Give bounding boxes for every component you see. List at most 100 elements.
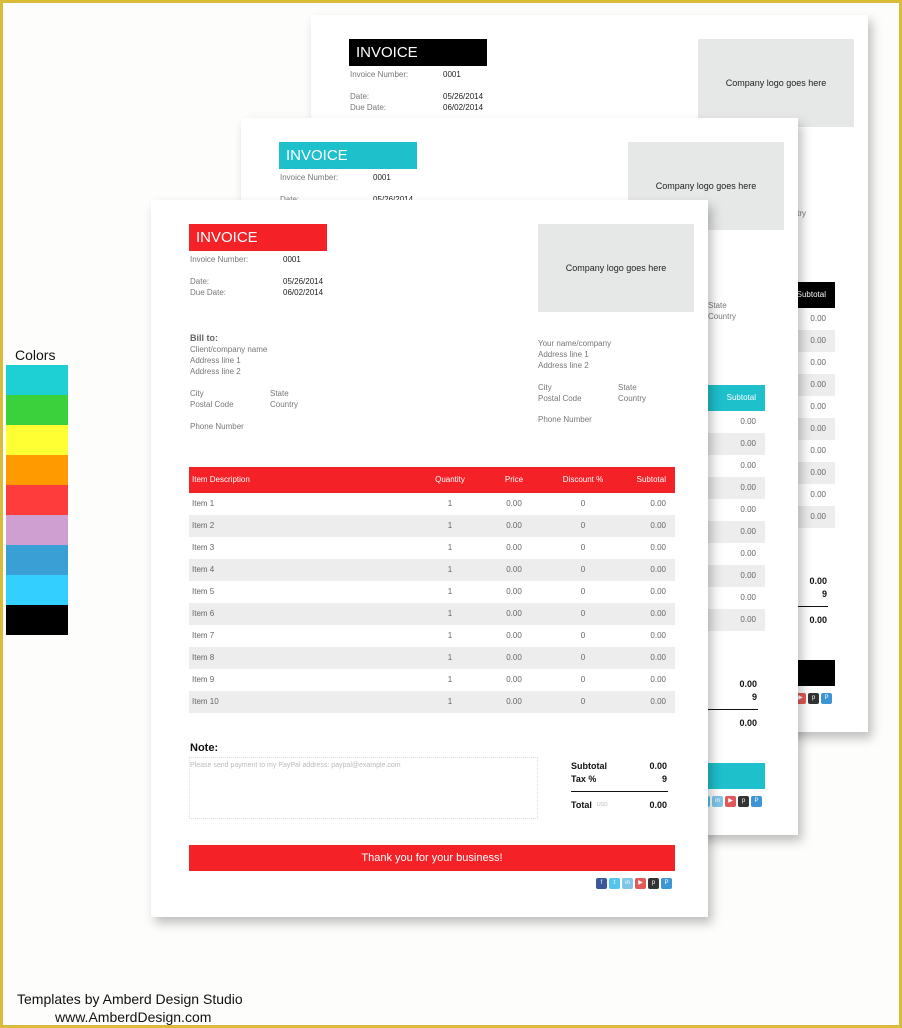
pinterest-icon[interactable]: p — [648, 878, 659, 889]
table-cell: 0 — [580, 521, 586, 530]
youtube-icon[interactable]: ▶ — [635, 878, 646, 889]
youtube-icon[interactable]: ▶ — [725, 796, 736, 807]
column-header[interactable]: Quantity — [420, 467, 480, 493]
subtotal-value: 0.00 — [739, 679, 757, 689]
table-cell: 0.00 — [506, 543, 522, 552]
table-cell: 0.00 — [740, 571, 756, 580]
table-cell: 0.00 — [740, 483, 756, 492]
color-swatch[interactable] — [6, 545, 68, 575]
table-row: Item 9 1 0.00 0 0.00 — [189, 669, 675, 691]
color-swatch[interactable] — [6, 515, 68, 545]
table-cell: 0 — [580, 587, 586, 596]
table-cell: 0.00 — [740, 527, 756, 536]
table-cell: 0.00 — [506, 631, 522, 640]
table-row: Item 6 1 0.00 0 0.00 — [189, 603, 675, 625]
table-cell: 0.00 — [740, 439, 756, 448]
table-cell: 0.00 — [810, 490, 826, 499]
table-cell: Item 1 — [192, 499, 215, 508]
table-cell: 0 — [580, 565, 586, 574]
date-label: Date: — [350, 92, 370, 101]
table-cell: 0.00 — [650, 521, 666, 530]
sender-country: Country — [618, 394, 647, 403]
table-cell: Item 3 — [192, 543, 215, 552]
column-header[interactable]: Subtotal — [727, 385, 756, 411]
table-cell: Item 5 — [192, 587, 215, 596]
twitter-icon[interactable]: t — [609, 878, 620, 889]
table-cell: 1 — [447, 609, 453, 618]
sender-phone: Phone Number — [538, 415, 592, 424]
table-cell: 1 — [447, 697, 453, 706]
table-cell: 0.00 — [740, 417, 756, 426]
column-header[interactable]: Discount % — [553, 467, 613, 493]
sender-line: Address line 1 — [538, 350, 589, 359]
tax-value: 9 — [661, 774, 667, 784]
table-cell: 0.00 — [506, 587, 522, 596]
table-cell: Item 9 — [192, 675, 215, 684]
table-cell: 0.00 — [506, 697, 522, 706]
color-swatch[interactable] — [6, 605, 68, 635]
sender-state: State — [708, 301, 727, 310]
bill-to-line: Client/company name — [190, 345, 268, 354]
column-header[interactable]: Subtotal — [637, 467, 666, 493]
invoice-title: INVOICE — [349, 39, 487, 66]
facebook-icon[interactable]: f — [596, 878, 607, 889]
linkedin-icon[interactable]: in — [712, 796, 723, 807]
table-cell: 0 — [580, 499, 586, 508]
credit-website[interactable]: www.AmberdDesign.com — [55, 1009, 211, 1025]
invoice-number: 0001 — [443, 70, 461, 79]
thanks-banner: Thank you for your business! — [189, 845, 675, 871]
color-swatch[interactable] — [6, 425, 68, 455]
table-cell: 0.00 — [810, 468, 826, 477]
table-cell: 0.00 — [650, 697, 666, 706]
table-cell: 0.00 — [810, 336, 826, 345]
bill-to-line: Address line 2 — [190, 367, 241, 376]
color-swatch[interactable] — [6, 485, 68, 515]
color-swatch[interactable] — [6, 365, 68, 395]
bill-to-city: City — [190, 389, 204, 398]
paypal-icon[interactable]: P — [751, 796, 762, 807]
linkedin-icon[interactable]: in — [622, 878, 633, 889]
colors-title: Colors — [15, 347, 56, 363]
logo-placeholder[interactable]: Company logo goes here — [538, 224, 694, 312]
invoice-number-label: Invoice Number: — [190, 255, 249, 264]
table-cell: 0.00 — [650, 587, 666, 596]
table-cell: 0.00 — [506, 565, 522, 574]
sender-postal: Postal Code — [538, 394, 582, 403]
sender-line: Address line 2 — [538, 361, 589, 370]
table-cell: Item 2 — [192, 521, 215, 530]
color-swatch[interactable] — [6, 455, 68, 485]
logo-placeholder[interactable]: Company logo goes here — [698, 39, 854, 127]
table-row: Item 2 1 0.00 0 0.00 — [189, 515, 675, 537]
column-header[interactable]: Price — [484, 467, 544, 493]
table-cell: 0 — [580, 631, 586, 640]
color-swatch[interactable] — [6, 395, 68, 425]
table-row: Item 1 1 0.00 0 0.00 — [189, 493, 675, 515]
table-cell: 0 — [580, 543, 586, 552]
table-cell: Item 7 — [192, 631, 215, 640]
table-cell: Item 4 — [192, 565, 215, 574]
column-header[interactable]: Subtotal — [797, 282, 826, 308]
table-cell: 0.00 — [810, 446, 826, 455]
total-value: 0.00 — [809, 615, 827, 625]
table-cell: 0.00 — [650, 499, 666, 508]
paypal-icon[interactable]: P — [821, 693, 832, 704]
table-row: Item 8 1 0.00 0 0.00 — [189, 647, 675, 669]
table-cell: Item 8 — [192, 653, 215, 662]
table-cell: 0.00 — [650, 609, 666, 618]
table-cell: 0.00 — [506, 499, 522, 508]
column-header[interactable]: Item Description — [192, 467, 250, 493]
note-box[interactable]: Please send payment to my PayPal address… — [189, 757, 538, 819]
table-row: Item 4 1 0.00 0 0.00 — [189, 559, 675, 581]
pinterest-icon[interactable]: p — [808, 693, 819, 704]
paypal-icon[interactable]: P — [661, 878, 672, 889]
pinterest-icon[interactable]: p — [738, 796, 749, 807]
table-header: Item Description QuantityPrice Discount % S… — [189, 467, 675, 493]
table-cell: 0 — [580, 675, 586, 684]
subtotal-value: 0.00 — [809, 576, 827, 586]
table-cell: 1 — [447, 499, 453, 508]
table-cell: 0.00 — [810, 424, 826, 433]
color-swatch[interactable] — [6, 575, 68, 605]
bill-to-country: Country — [270, 400, 299, 409]
total-value: 0.00 — [649, 800, 667, 810]
table-cell: 0.00 — [740, 505, 756, 514]
